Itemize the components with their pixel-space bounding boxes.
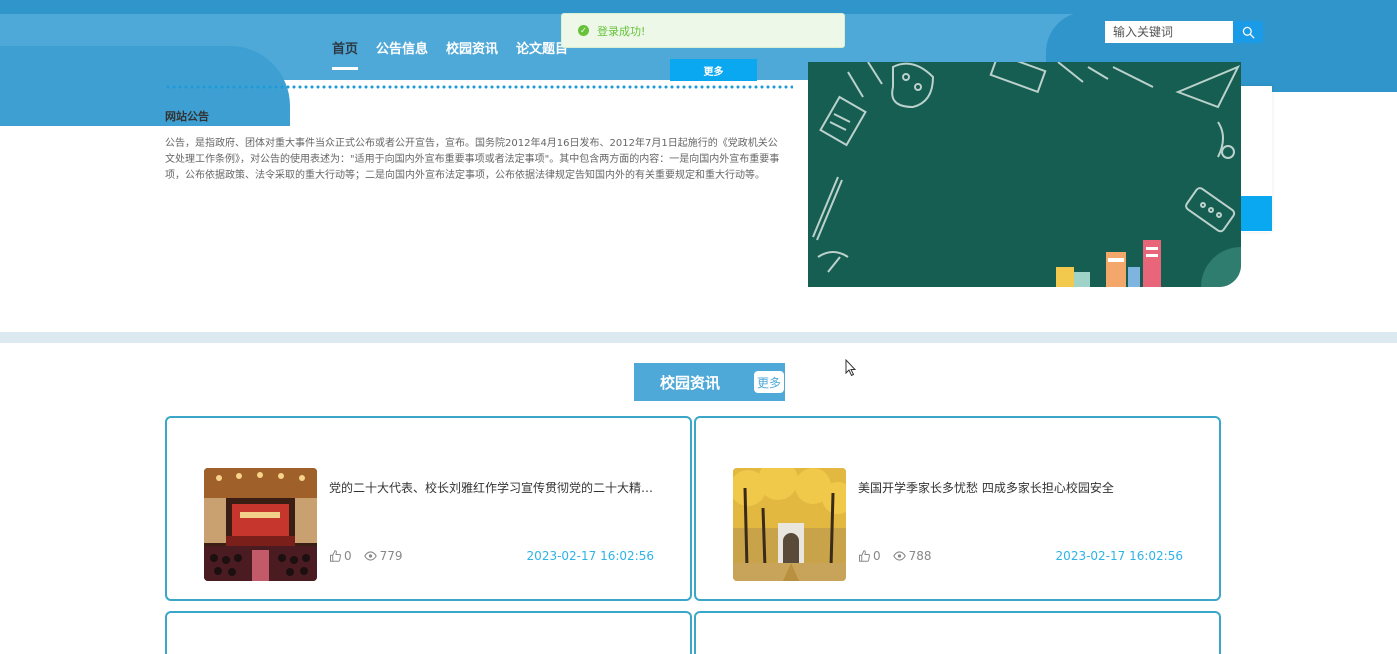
eye-icon: [363, 551, 377, 561]
news-date: 2023-02-17 16:02:56: [1055, 549, 1183, 563]
mouse-cursor-icon: [845, 359, 857, 377]
thumbs-up-icon[interactable]: [858, 550, 870, 562]
like-count: 0: [873, 549, 881, 563]
chalkboard-illustration: [808, 62, 1241, 287]
nav-item-campus-news[interactable]: 校园资讯: [446, 38, 498, 68]
notice-body: 公告，是指政府、团体对重大事件当众正式公布或者公开宣告，宣布。国务院2012年4…: [165, 138, 780, 181]
thumbs-up-icon[interactable]: [329, 550, 341, 562]
check-circle-icon: ✓: [578, 25, 589, 36]
search-button[interactable]: [1233, 21, 1263, 43]
news-meta: 0 779: [329, 549, 415, 563]
nav-item-notices[interactable]: 公告信息: [376, 38, 428, 68]
notice-title: 网站公告: [165, 110, 209, 123]
like-count: 0: [344, 549, 352, 563]
news-image-auditorium: [204, 468, 317, 581]
search-box: [1105, 21, 1263, 43]
news-card[interactable]: 党的二十大代表、校长刘雅红作学习宣传贯彻党的二十大精神专题报告 0 779 20…: [165, 416, 692, 601]
nav-item-home[interactable]: 首页: [332, 38, 359, 70]
news-title[interactable]: 美国开学季家长多忧愁 四成多家长担心校园安全: [858, 479, 1188, 496]
login-success-toast: ✓ 登录成功!: [561, 13, 845, 48]
news-card[interactable]: [165, 611, 692, 654]
news-card[interactable]: [694, 611, 1221, 654]
news-card[interactable]: 美国开学季家长多忧愁 四成多家长担心校园安全 0 788 2023-02-17 …: [694, 416, 1221, 601]
news-meta: 0 788: [858, 549, 944, 563]
campus-news-title: 校园资讯: [660, 374, 721, 392]
view-count: 788: [908, 549, 932, 563]
notice-more-button[interactable]: 更多: [670, 59, 757, 81]
search-icon: [1242, 26, 1254, 38]
toast-message: 登录成功!: [597, 24, 646, 38]
view-count: 779: [379, 549, 403, 563]
main-nav: 首页 公告信息 校园资讯 论文题目: [332, 38, 568, 70]
campus-news-header: 校园资讯 更多: [634, 363, 785, 401]
news-title[interactable]: 党的二十大代表、校长刘雅红作学习宣传贯彻党的二十大精神专题报告: [329, 479, 659, 496]
campus-news-more-button[interactable]: 更多: [754, 371, 784, 393]
search-input[interactable]: [1105, 21, 1233, 43]
section-divider: [0, 332, 1397, 343]
eye-icon: [892, 551, 906, 561]
dotted-divider: [165, 85, 793, 89]
news-image-campus-gate: [733, 468, 846, 581]
news-date: 2023-02-17 16:02:56: [526, 549, 654, 563]
